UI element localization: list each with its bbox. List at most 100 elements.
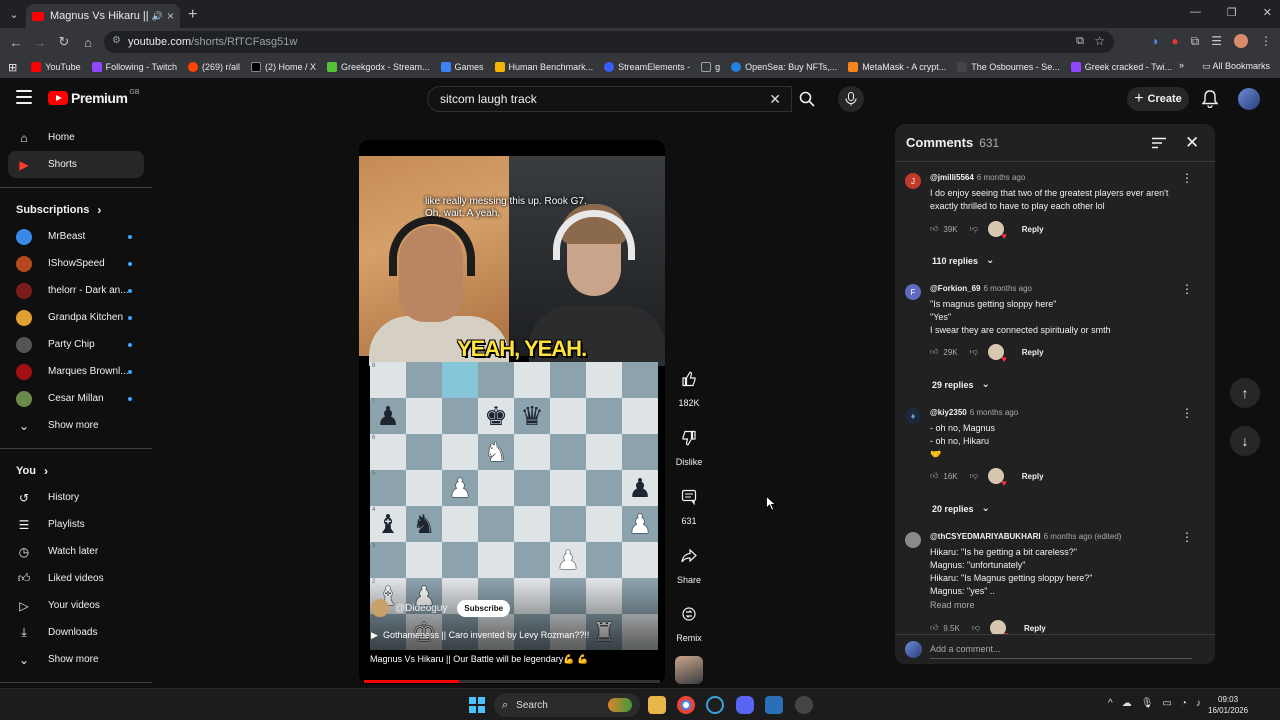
share-action[interactable]: Share — [672, 541, 706, 585]
bookmark-item[interactable]: (2) Home / X — [250, 62, 316, 72]
settings-icon[interactable] — [795, 696, 813, 714]
search-input[interactable]: sitcom laugh track ✕ — [427, 86, 792, 112]
taskbar-search[interactable]: ⌕ Search — [494, 693, 640, 717]
site-info-icon[interactable]: ⚙ — [112, 35, 121, 46]
comment-more-icon[interactable]: ⋮ — [1181, 530, 1193, 544]
bookmark-item[interactable]: The Osbournes - Se... — [957, 62, 1060, 72]
create-button[interactable]: + Create — [1127, 87, 1189, 111]
wifi-icon[interactable]: ◔ — [1181, 698, 1187, 709]
sidebar-subscription-item[interactable]: Marques Brownl... — [0, 358, 152, 385]
reply-button[interactable]: Reply — [1022, 225, 1044, 234]
extension-icon-1[interactable]: ◗ — [1152, 34, 1159, 49]
comment-dislike-icon[interactable]: 👎︎ — [970, 224, 978, 234]
restore-button[interactable]: ❐ — [1227, 6, 1237, 19]
audio-icon[interactable]: 🔊 — [152, 11, 163, 22]
back-button[interactable]: ← — [4, 35, 28, 50]
bookmark-item[interactable]: YouTube — [31, 62, 81, 72]
tab-search-button[interactable]: ⌄ — [0, 0, 28, 28]
notifications-bell-icon[interactable] — [1201, 90, 1219, 113]
comment-more-icon[interactable]: ⋮ — [1181, 171, 1193, 185]
share-icon[interactable] — [674, 541, 704, 571]
subscribe-button[interactable]: Subscribe — [457, 599, 511, 617]
minimize-button[interactable]: — — [1190, 6, 1201, 19]
clear-search-icon[interactable]: ✕ — [769, 91, 781, 108]
related-video-link[interactable]: ▶ Gothameness || Caro invented by Levy R… — [371, 630, 589, 641]
steam-icon[interactable] — [765, 696, 783, 714]
sidebar-subscription-item[interactable]: MrBeast — [0, 223, 152, 250]
youtube-premium-logo[interactable]: Premium GB — [48, 89, 140, 106]
search-button[interactable] — [791, 86, 823, 112]
profile-avatar[interactable] — [1234, 34, 1248, 48]
comment-like-icon[interactable]: 👍︎ — [930, 623, 938, 633]
comment-author[interactable]: @jmilli5564 — [930, 173, 974, 182]
bookmark-item[interactable]: Greek cracked - Twi... — [1070, 62, 1172, 72]
comment-icon[interactable] — [674, 482, 704, 512]
bookmark-folder[interactable]: g — [701, 62, 720, 72]
reply-button[interactable]: Reply — [1024, 624, 1046, 633]
sound-thumbnail[interactable] — [675, 656, 703, 684]
like-action[interactable]: 182K — [672, 364, 706, 408]
tray-overflow-icon[interactable]: ^ — [1108, 698, 1113, 709]
reload-button[interactable]: ↻ — [52, 34, 76, 50]
bookmark-item[interactable]: Human Benchmark... — [494, 62, 593, 72]
comment-avatar[interactable]: ♦ — [905, 408, 921, 424]
next-short-button[interactable]: ↓ — [1230, 426, 1260, 456]
comment-like-icon[interactable]: 👍︎ — [930, 224, 938, 234]
discord-icon[interactable] — [736, 696, 754, 714]
home-button[interactable]: ⌂ — [76, 35, 100, 50]
comment-author[interactable]: @thCSYEDMARIYABUKHARI — [930, 532, 1041, 541]
comment-like-icon[interactable]: 👍︎ — [930, 471, 938, 481]
thumbs-down-icon[interactable] — [674, 423, 704, 453]
comment-avatar[interactable] — [905, 532, 921, 548]
mic-icon[interactable]: 🎙︎ — [1141, 698, 1154, 709]
sidebar-item-playlists[interactable]: ☰ Playlists — [0, 511, 152, 538]
comment-dislike-icon[interactable]: 👎︎ — [972, 623, 980, 633]
cloud-icon[interactable]: ☁ — [1122, 698, 1132, 709]
sidebar-item-home[interactable]: ⌂ Home — [0, 124, 152, 151]
sidebar-subscription-item[interactable]: Party Chip — [0, 331, 152, 358]
sidebar-subscription-item[interactable]: thelorr - Dark an... — [0, 277, 152, 304]
comment-more-icon[interactable]: ⋮ — [1181, 282, 1193, 296]
show-more-you[interactable]: ⌄ Show more — [0, 646, 152, 673]
comment-avatar[interactable]: F — [905, 284, 921, 300]
extension-icon-2[interactable]: ● — [1171, 34, 1178, 49]
bookmark-item[interactable]: MetaMask - A crypt... — [848, 62, 946, 72]
comment-author[interactable]: @kiy2350 — [930, 408, 967, 417]
bookmark-item[interactable]: Greekgodx - Stream... — [326, 62, 430, 72]
comment-more-icon[interactable]: ⋮ — [1181, 406, 1193, 420]
display-icon[interactable]: ▭ — [1162, 698, 1171, 709]
menu-hamburger-icon[interactable] — [16, 90, 32, 104]
view-replies-button[interactable]: 20 replies ⌄ — [932, 503, 990, 514]
bookmark-item[interactable]: (269) r/all — [187, 62, 240, 72]
bookmark-star-icon[interactable]: ☆ — [1094, 34, 1105, 48]
more-bookmarks-icon[interactable]: » — [1179, 60, 1184, 70]
video-progress-bar[interactable] — [364, 680, 660, 683]
sidebar-subscription-item[interactable]: Cesar Millan — [0, 385, 152, 412]
reply-button[interactable]: Reply — [1022, 348, 1044, 357]
view-replies-button[interactable]: 29 replies ⌄ — [932, 379, 990, 390]
apps-grid-icon[interactable]: ⊞ — [8, 61, 17, 74]
sidebar-item-shorts[interactable]: ▶ Shorts — [8, 151, 144, 178]
sidebar-subscription-item[interactable]: IShowSpeed — [0, 250, 152, 277]
windows-start-icon[interactable] — [469, 697, 485, 713]
browser-tab[interactable]: Magnus Vs Hikaru || Our Ba 🔊 × — [26, 4, 180, 28]
read-more-link[interactable]: Read more — [930, 600, 975, 610]
sidebar-item-history[interactable]: ↺ History — [0, 484, 152, 511]
close-tab-icon[interactable]: × — [167, 9, 174, 23]
sidebar-item-watch-later[interactable]: ◷ Watch later — [0, 538, 152, 565]
close-comments-icon[interactable]: ✕ — [1185, 133, 1199, 153]
sort-icon[interactable] — [1152, 136, 1166, 154]
reading-list-icon[interactable]: ☰ — [1211, 34, 1222, 49]
url-bar[interactable]: ⚙ youtube.com/shorts/RfTCFasg51w ⧉ ☆ — [104, 31, 1114, 53]
bookmark-item[interactable]: Following - Twitch — [91, 62, 177, 72]
volume-icon[interactable]: ♪ — [1196, 698, 1201, 709]
subscriptions-heading[interactable]: Subscriptions › — [0, 197, 152, 223]
comments-action[interactable]: 631 — [672, 482, 706, 526]
sidebar-subscription-item[interactable]: Grandpa Kitchen — [0, 304, 152, 331]
bookmark-item[interactable]: StreamElements - — [604, 62, 690, 72]
extensions-puzzle-icon[interactable]: ⧉ — [1191, 34, 1200, 49]
file-explorer-icon[interactable] — [648, 696, 666, 714]
voice-search-button[interactable] — [838, 86, 864, 112]
bookmark-item[interactable]: Games — [440, 62, 484, 72]
all-bookmarks-button[interactable]: ▭ All Bookmarks — [1202, 61, 1270, 72]
